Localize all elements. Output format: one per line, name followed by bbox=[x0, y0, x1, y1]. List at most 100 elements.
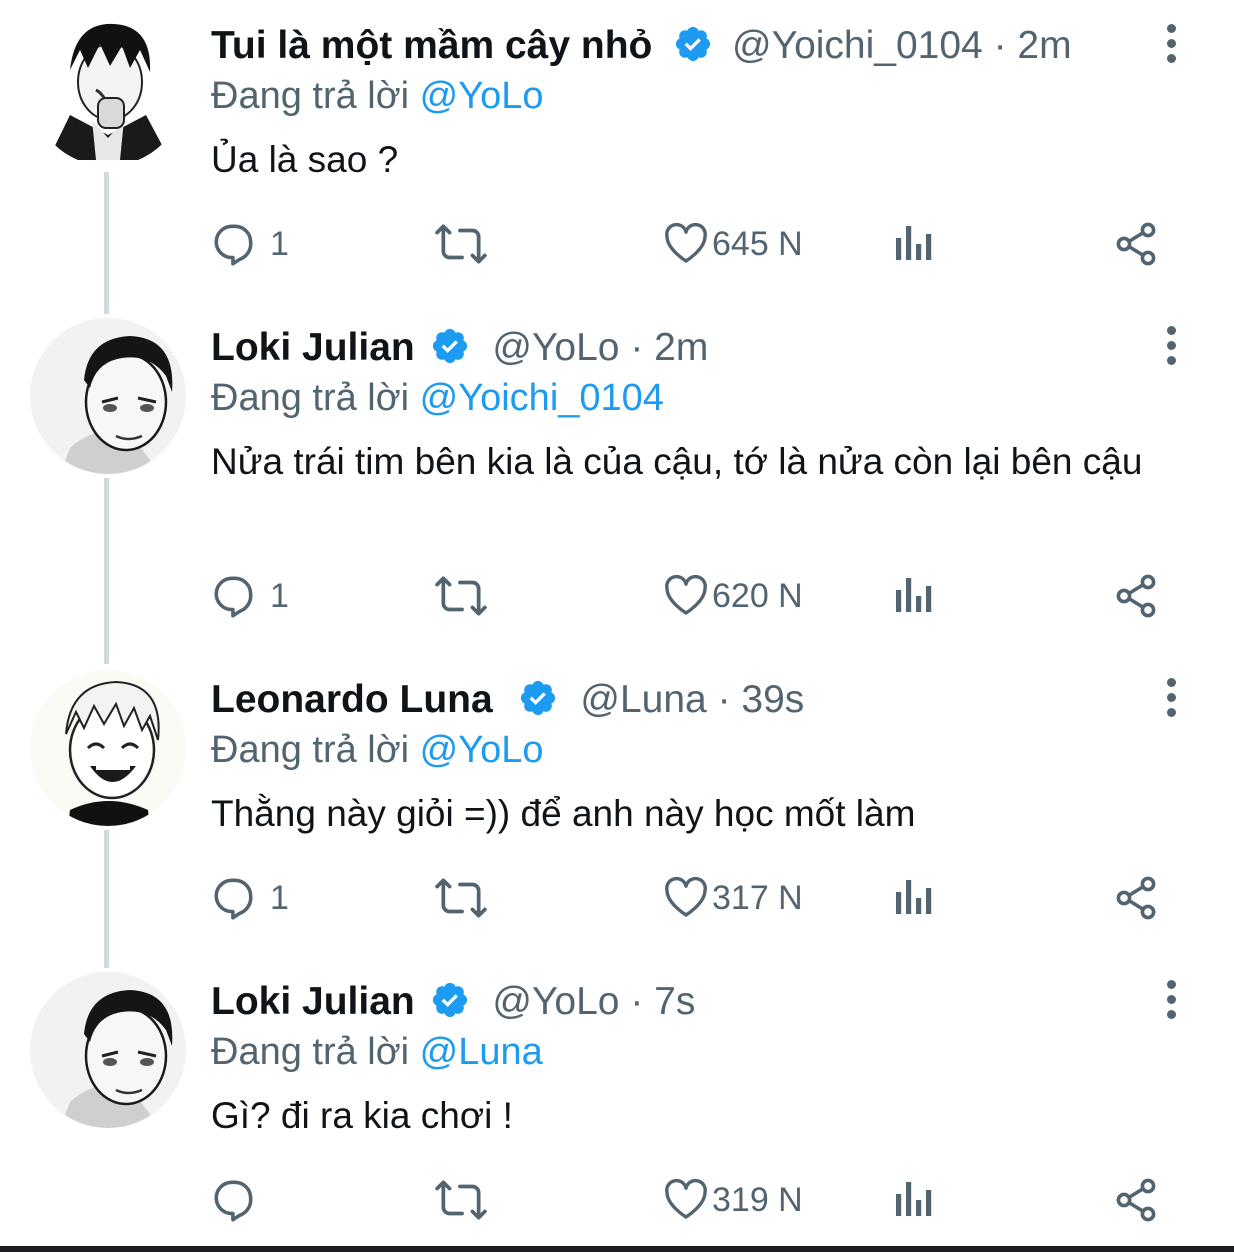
views-button[interactable] bbox=[890, 1174, 934, 1226]
retweet-icon bbox=[434, 1175, 488, 1225]
timestamp[interactable]: 7s bbox=[654, 980, 695, 1023]
avatar[interactable] bbox=[30, 318, 186, 474]
author-handle[interactable]: @YoLo bbox=[492, 980, 619, 1023]
share-button[interactable] bbox=[1112, 872, 1160, 924]
reply-prefix: Đang trả lời bbox=[211, 729, 410, 771]
tweet-text: Gì? đi ra kia chơi ! bbox=[211, 1095, 513, 1136]
timestamp[interactable]: 39s bbox=[741, 678, 804, 721]
reply-bubble-icon bbox=[210, 873, 260, 923]
views-chart-icon bbox=[890, 1176, 934, 1224]
tweet-actions: 319 N bbox=[210, 1174, 1170, 1226]
retweet-button[interactable] bbox=[434, 218, 498, 270]
tweet[interactable]: Loki Julian @YoLo · 2m Đang trả lời @Yoi… bbox=[0, 304, 1234, 654]
heart-icon bbox=[662, 572, 710, 620]
reply-mention[interactable]: @Luna bbox=[420, 1031, 543, 1073]
retweet-button[interactable] bbox=[434, 872, 498, 924]
like-button[interactable]: 317 N bbox=[662, 872, 803, 924]
author-handle[interactable]: @Yoichi_0104 bbox=[732, 24, 983, 67]
timestamp[interactable]: 2m bbox=[654, 326, 708, 369]
avatar[interactable] bbox=[30, 10, 186, 166]
separator-dot: · bbox=[993, 24, 1018, 67]
tweet[interactable]: Leonardo Luna @Luna · 39s Đang trả lời @… bbox=[0, 656, 1234, 956]
reply-mention[interactable]: @YoLo bbox=[420, 75, 544, 117]
reply-bubble-icon bbox=[210, 1175, 260, 1225]
reply-prefix: Đang trả lời bbox=[211, 377, 410, 419]
author-handle[interactable]: @YoLo bbox=[492, 326, 619, 369]
like-count: 645 N bbox=[712, 224, 803, 263]
reply-count: 1 bbox=[270, 224, 289, 263]
retweet-icon bbox=[434, 219, 488, 269]
tweet-text: Ủa là sao ? bbox=[211, 139, 399, 180]
reply-button[interactable] bbox=[210, 1174, 270, 1226]
share-icon bbox=[1112, 1176, 1160, 1224]
author-handle[interactable]: @Luna bbox=[580, 678, 706, 721]
author-name[interactable]: Leonardo Luna bbox=[211, 678, 493, 721]
like-count: 317 N bbox=[712, 878, 803, 917]
views-chart-icon bbox=[890, 220, 934, 268]
tweet-text: Thằng này giỏi =)) để anh này học mốt là… bbox=[211, 793, 916, 834]
reply-button[interactable]: 1 bbox=[210, 218, 289, 270]
reply-mention[interactable]: @YoLo bbox=[420, 729, 544, 771]
tweet-text: Nửa trái tim bên kia là của cậu, tớ là n… bbox=[211, 441, 1143, 482]
tweet-header: Loki Julian @YoLo · 7s bbox=[211, 978, 695, 1032]
reply-bubble-icon bbox=[210, 219, 260, 269]
reply-count: 1 bbox=[270, 576, 289, 615]
reply-button[interactable]: 1 bbox=[210, 570, 289, 622]
like-button[interactable]: 620 N bbox=[662, 570, 803, 622]
share-button[interactable] bbox=[1112, 1174, 1160, 1226]
share-icon bbox=[1112, 220, 1160, 268]
avatar[interactable] bbox=[30, 670, 186, 826]
reply-context: Đang trả lời @YoLo bbox=[211, 72, 544, 120]
author-name[interactable]: Tui là một mầm cây nhỏ bbox=[211, 24, 652, 67]
tweet-actions: 1 620 N bbox=[210, 570, 1170, 622]
retweet-icon bbox=[434, 873, 488, 923]
like-button[interactable]: 645 N bbox=[662, 218, 803, 270]
views-button[interactable] bbox=[890, 872, 934, 924]
like-count: 319 N bbox=[712, 1180, 803, 1219]
more-vertical-icon[interactable] bbox=[1158, 326, 1184, 376]
reply-context: Đang trả lời @Yoichi_0104 bbox=[211, 374, 664, 422]
tweet-actions: 1 645 N bbox=[210, 218, 1170, 270]
share-icon bbox=[1112, 874, 1160, 922]
retweet-button[interactable] bbox=[434, 570, 498, 622]
reply-count: 1 bbox=[270, 878, 289, 917]
share-button[interactable] bbox=[1112, 570, 1160, 622]
tweet-actions: 1 317 N bbox=[210, 872, 1170, 924]
more-vertical-icon[interactable] bbox=[1158, 24, 1184, 74]
more-vertical-icon[interactable] bbox=[1158, 678, 1184, 728]
verified-badge-icon bbox=[430, 980, 470, 1032]
verified-badge-icon bbox=[518, 678, 558, 730]
separator-dot: · bbox=[630, 980, 655, 1023]
reply-prefix: Đang trả lời bbox=[211, 75, 410, 117]
reply-bubble-icon bbox=[210, 571, 260, 621]
avatar[interactable] bbox=[30, 972, 186, 1128]
reply-button[interactable]: 1 bbox=[210, 872, 289, 924]
bottom-edge-bar bbox=[0, 1246, 1234, 1252]
verified-badge-icon bbox=[673, 24, 713, 76]
views-chart-icon bbox=[890, 874, 934, 922]
views-chart-icon bbox=[890, 572, 934, 620]
views-button[interactable] bbox=[890, 218, 934, 270]
tweet[interactable]: Tui là một mầm cây nhỏ @Yoichi_0104 · 2m… bbox=[0, 2, 1234, 302]
views-button[interactable] bbox=[890, 570, 934, 622]
share-button[interactable] bbox=[1112, 218, 1160, 270]
heart-icon bbox=[662, 874, 710, 922]
author-name[interactable]: Loki Julian bbox=[211, 980, 415, 1023]
timestamp[interactable]: 2m bbox=[1017, 24, 1071, 67]
share-icon bbox=[1112, 572, 1160, 620]
tweet-header: Leonardo Luna @Luna · 39s bbox=[211, 676, 804, 730]
retweet-button[interactable] bbox=[434, 1174, 498, 1226]
retweet-icon bbox=[434, 571, 488, 621]
tweet[interactable]: Loki Julian @YoLo · 7s Đang trả lời @Lun… bbox=[0, 958, 1234, 1244]
like-button[interactable]: 319 N bbox=[662, 1174, 803, 1226]
reply-prefix: Đang trả lời bbox=[211, 1031, 410, 1073]
heart-icon bbox=[662, 220, 710, 268]
tweet-header: Loki Julian @YoLo · 2m bbox=[211, 324, 708, 378]
more-vertical-icon[interactable] bbox=[1158, 980, 1184, 1030]
separator-dot: · bbox=[630, 326, 655, 369]
author-name[interactable]: Loki Julian bbox=[211, 326, 415, 369]
heart-icon bbox=[662, 1176, 710, 1224]
separator-dot: · bbox=[717, 678, 742, 721]
reply-context: Đang trả lời @YoLo bbox=[211, 726, 544, 774]
reply-mention[interactable]: @Yoichi_0104 bbox=[420, 377, 664, 419]
